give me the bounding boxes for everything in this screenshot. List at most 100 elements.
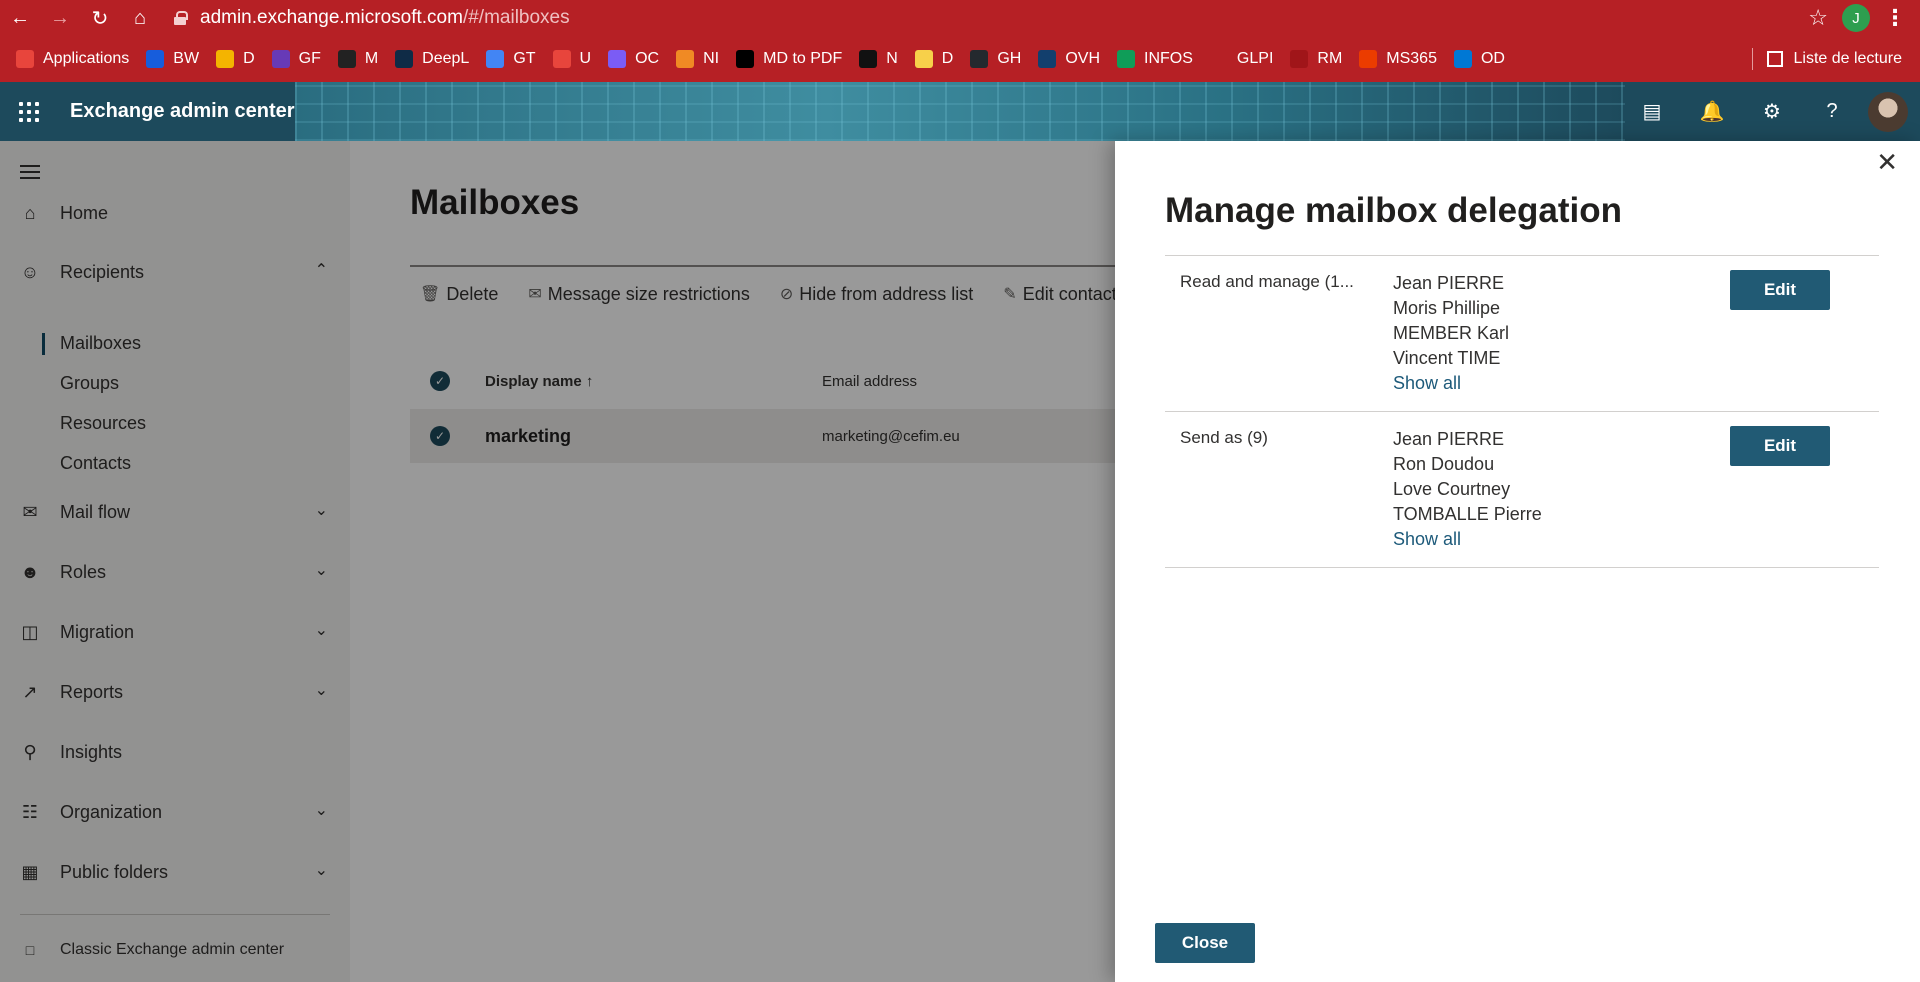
show-all-link[interactable]: Show all [1393,371,1509,396]
sheet-icon [1117,50,1136,68]
modal-overlay[interactable] [0,141,1115,982]
bookmark-item[interactable]: OD [1453,50,1505,68]
header-banner-pattern [295,82,1625,141]
list-item: Love Courtney [1393,479,1511,499]
list-item: Ron Doudou [1393,454,1495,474]
github-icon [970,50,989,68]
lock-icon [174,11,188,25]
user-avatar[interactable] [1868,91,1908,132]
bookmark-star-icon[interactable]: ☆ [1808,5,1828,31]
reading-list-label: Liste de lecture [1793,50,1902,67]
edit-read-manage-button[interactable]: Edit [1730,270,1830,310]
ovh-icon [1038,50,1057,68]
profile-avatar[interactable]: J [1842,4,1870,32]
bookmark-item[interactable]: INFOS [1117,50,1193,68]
bookmark-label: OC [635,50,660,67]
bookmark-item[interactable]: DeepL [395,50,469,68]
reading-list-icon [1767,51,1784,67]
bookmark-label: Applications [43,50,130,67]
apps-grid-icon [16,50,34,68]
bookmark-label: OVH [1065,50,1101,67]
bookmark-label: GH [997,50,1022,67]
bookmark-label: DeepL [422,50,470,67]
bookmark-item[interactable]: RM [1290,50,1342,68]
home-icon[interactable]: ⌂ [120,0,160,36]
bookmark-item[interactable]: N [859,50,898,68]
m-icon [337,50,356,68]
note-icon [914,50,933,68]
drive-icon [216,50,235,68]
cloud-shell-icon[interactable]: ▤ [1622,82,1682,141]
close-icon[interactable]: ✕ [1876,149,1898,175]
eac-header: Exchange admin center ▤ 🔔 ⚙ ? [0,82,1920,141]
deepl-icon [395,50,414,68]
close-button[interactable]: Close [1155,923,1255,963]
browser-menu-icon[interactable]: ⋮ [1884,5,1906,31]
help-icon[interactable]: ? [1802,82,1862,141]
app-title[interactable]: Exchange admin center [70,100,295,123]
bookmark-label: MS365 [1386,50,1437,67]
bookmark-item[interactable]: BW [146,50,199,68]
notifications-bell-icon[interactable]: 🔔 [1682,82,1742,141]
bookmark-label: RM [1317,50,1343,67]
bookmark-item[interactable]: OC [608,50,659,68]
back-icon[interactable]: ← [0,0,40,36]
send-as-section: Send as (9) Jean PIERRE Ron Doudou Love … [1165,411,1879,567]
ms365-icon [1359,50,1378,68]
bookmark-item[interactable]: U [552,50,592,68]
send-as-label: Send as (9) [1180,428,1268,447]
bookmark-item[interactable]: D [914,50,953,68]
bookmarks-separator [1752,48,1754,70]
bookmark-item[interactable]: GT [486,50,536,68]
url-field[interactable]: admin.exchange.microsoft.com/#/mailboxes [174,7,570,29]
bookmark-label: U [579,50,592,67]
reading-list-button[interactable]: Liste de lecture [1752,48,1920,70]
reload-icon[interactable]: ↻ [80,0,120,36]
list-item: TOMBALLE Pierre [1393,504,1542,524]
bookmark-label: D [243,50,255,67]
bookmark-label: OD [1480,50,1505,67]
bookmark-label: GLPI [1236,50,1274,67]
md-icon [736,50,755,68]
bookmark-item[interactable]: GF [271,50,321,68]
settings-gear-icon[interactable]: ⚙ [1742,82,1802,141]
url-path: /#/mailboxes [462,7,570,28]
rm-icon [1290,50,1309,68]
bookmark-item[interactable]: NI [676,50,719,68]
bookmark-item[interactable]: OVH [1038,50,1100,68]
u-icon [552,50,571,68]
browser-address-bar: ← → ↻ ⌂ admin.exchange.microsoft.com/#/m… [0,0,1920,36]
list-item: Moris Phillipe [1393,298,1501,318]
panel-title: Manage mailbox delegation [1165,191,1623,230]
bookmark-label: N [886,50,898,67]
bookmark-label: INFOS [1144,50,1193,67]
bookmark-item[interactable]: GH [970,50,1021,68]
glpi-icon [1209,50,1228,68]
onedrive-icon [1453,50,1472,68]
n-icon [859,50,878,68]
bookmark-item[interactable]: MD to PDF [736,50,842,68]
send-as-list: Jean PIERRE Ron Doudou Love Courtney TOM… [1393,427,1542,552]
app-launcher-icon[interactable] [0,82,58,141]
list-item: Jean PIERRE [1393,273,1505,293]
show-all-link[interactable]: Show all [1393,527,1542,552]
translate-icon [486,50,505,68]
read-manage-list: Jean PIERRE Moris Phillipe MEMBER Karl V… [1393,271,1509,396]
bookmark-item[interactable]: M [337,50,378,68]
edit-send-as-button[interactable]: Edit [1730,426,1830,466]
bookmark-label: MD to PDF [763,50,843,67]
oc-icon [608,50,627,68]
bookmark-label: GF [298,50,321,67]
ni-icon [676,50,695,68]
forms-icon [271,50,290,68]
list-item: Vincent TIME [1393,348,1501,368]
bookmark-item[interactable]: GLPI [1209,50,1274,68]
bookmark-item[interactable]: Applications [16,50,129,68]
url-host: admin.exchange.microsoft.com [200,7,463,28]
forward-icon[interactable]: → [40,0,80,36]
delegation-panel: ✕ Manage mailbox delegation Read and man… [1115,141,1920,982]
bookmark-item[interactable]: MS365 [1359,50,1437,68]
read-manage-label: Read and manage (1... [1180,272,1354,291]
bookmark-item[interactable]: D [216,50,255,68]
bitwarden-icon [146,50,165,68]
